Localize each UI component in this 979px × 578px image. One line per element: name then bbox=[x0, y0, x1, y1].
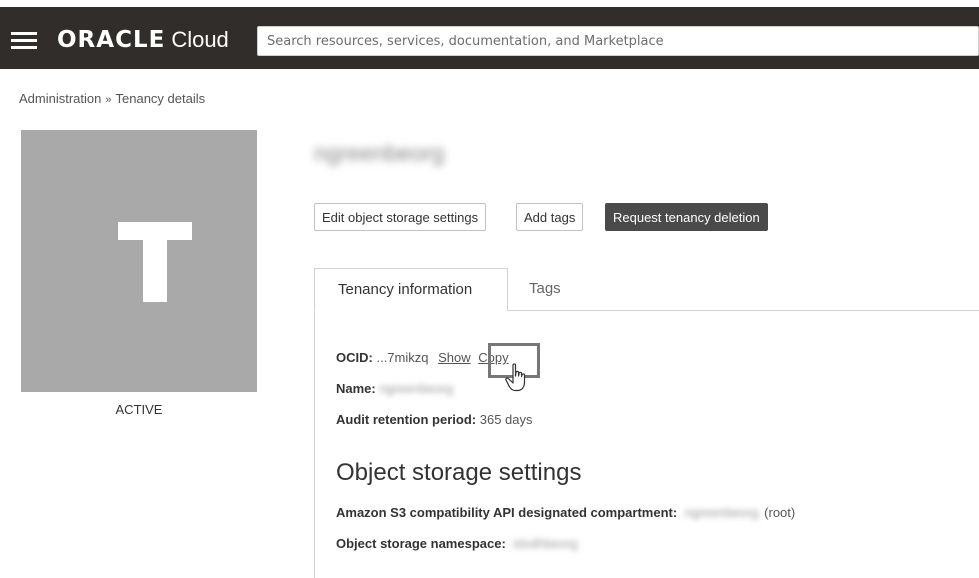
hand-pointer-icon bbox=[505, 363, 526, 392]
ocid-value: ...7mikzq bbox=[376, 350, 429, 365]
logo-brand: ORACLE bbox=[57, 27, 166, 53]
ocid-label: OCID: bbox=[336, 350, 373, 365]
audit-retention-label: Audit retention period: bbox=[336, 412, 477, 427]
hamburger-menu-icon[interactable] bbox=[11, 32, 37, 50]
tab-tenancy-information[interactable]: Tenancy information bbox=[314, 268, 508, 311]
top-strip bbox=[0, 0, 979, 7]
tenancy-avatar bbox=[21, 130, 257, 392]
tab-tags[interactable]: Tags bbox=[529, 268, 561, 311]
s3-compartment-label: Amazon S3 compatibility API designated c… bbox=[336, 505, 678, 520]
namespace-label: Object storage namespace: bbox=[336, 536, 506, 551]
breadcrumb-separator: » bbox=[105, 94, 112, 106]
logo-product: Cloud bbox=[171, 27, 229, 52]
name-value-redacted: ngreenbeorg bbox=[379, 381, 454, 396]
namespace-row: Object storage namespace: idxdhbeorg bbox=[336, 536, 578, 551]
breadcrumb: Administration » Tenancy details bbox=[19, 91, 205, 106]
search-input[interactable] bbox=[257, 26, 979, 56]
request-tenancy-deletion-button[interactable]: Request tenancy deletion bbox=[605, 203, 768, 231]
avatar-letter-t-stem bbox=[143, 222, 167, 302]
s3-compartment-suffix: (root) bbox=[764, 505, 796, 520]
name-label: Name: bbox=[336, 381, 376, 396]
tenancy-name-redacted: ngreenbeorg bbox=[314, 140, 445, 166]
oracle-cloud-logo[interactable]: ORACLE Cloud bbox=[57, 27, 229, 55]
ocid-row: OCID: ...7mikzq Show Copy bbox=[336, 350, 509, 365]
status-badge: ACTIVE bbox=[115, 402, 163, 417]
page-title: ngreenbeorg bbox=[314, 140, 484, 168]
show-ocid-link[interactable]: Show bbox=[438, 350, 471, 365]
edit-object-storage-settings-button[interactable]: Edit object storage settings bbox=[314, 203, 487, 231]
breadcrumb-administration[interactable]: Administration bbox=[19, 91, 101, 106]
namespace-value-redacted: idxdhbeorg bbox=[513, 536, 578, 551]
breadcrumb-tenancy-details: Tenancy details bbox=[115, 91, 206, 106]
add-tags-button[interactable]: Add tags bbox=[516, 203, 584, 231]
audit-retention-value: 365 days bbox=[479, 412, 533, 427]
s3-compartment-row: Amazon S3 compatibility API designated c… bbox=[336, 505, 795, 520]
name-row: Name: ngreenbeorg bbox=[336, 381, 453, 396]
audit-retention-row: Audit retention period: 365 days bbox=[336, 412, 533, 427]
top-navigation-bar: ORACLE Cloud bbox=[0, 0, 979, 69]
s3-compartment-value-redacted: ngreenbeorg bbox=[684, 505, 759, 520]
content-border bbox=[314, 311, 315, 578]
object-storage-section-title: Object storage settings bbox=[336, 459, 582, 486]
